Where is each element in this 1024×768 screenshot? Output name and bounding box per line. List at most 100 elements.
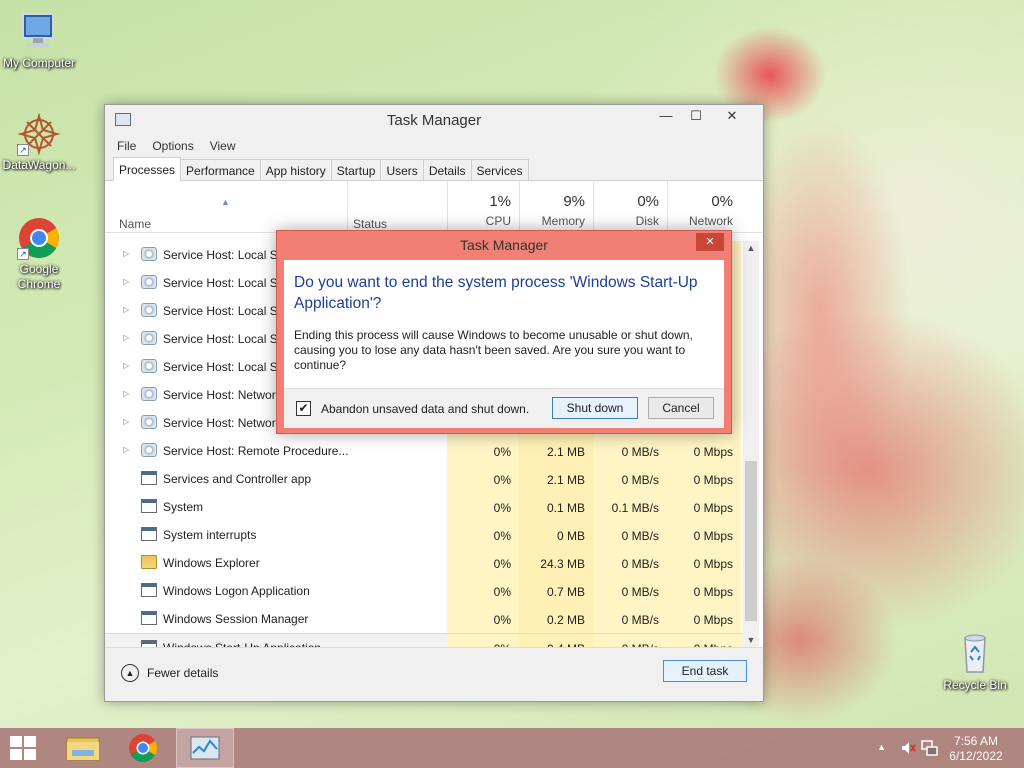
expand-arrow-icon[interactable]: ▷ (123, 333, 129, 342)
clock[interactable]: 7:56 AM 6/12/2022 (946, 734, 1006, 764)
process-name: Service Host: Local Se (163, 276, 285, 290)
abandon-data-checkbox[interactable]: ✔ (296, 401, 311, 416)
start-button[interactable] (0, 728, 58, 768)
expand-arrow-icon[interactable]: ▷ (123, 249, 129, 258)
taskbar-chrome[interactable] (114, 728, 172, 768)
expand-arrow-icon[interactable]: ▷ (123, 277, 129, 286)
expand-arrow-icon[interactable]: ▷ (123, 305, 129, 314)
shortcut-arrow-icon: ↗ (17, 248, 29, 260)
process-name: Services and Controller app (163, 472, 312, 486)
desktop-icon-google-chrome[interactable]: ↗ Google Chrome (0, 216, 79, 292)
tab-services[interactable]: Services (470, 159, 529, 180)
close-window-button[interactable]: ✕ (717, 105, 747, 127)
menu-bar: File Options View (105, 135, 763, 157)
tab-startup[interactable]: Startup (330, 159, 382, 180)
column-cpu[interactable]: 1% CPU (447, 181, 519, 233)
tab-app-history[interactable]: App history (259, 159, 332, 180)
memory-value: 0.7 MB (519, 577, 593, 605)
scroll-thumb[interactable] (745, 461, 757, 621)
service-gear-icon (141, 387, 157, 401)
table-row[interactable]: Windows Session Manager 0% 0.2 MB 0 MB/s 0 M… (105, 605, 745, 633)
memory-value: 0.1 MB (519, 493, 593, 521)
window-footer: ▲ Fewer details End task (105, 647, 763, 701)
table-row[interactable]: System interrupts 0% 0 MB 0 MB/s 0 Mbps (105, 521, 745, 549)
cancel-button[interactable]: Cancel (648, 397, 714, 419)
end-task-button[interactable]: End task (663, 660, 747, 682)
tab-processes[interactable]: Processes (113, 157, 182, 181)
desktop-icon-recycle-bin[interactable]: Recycle Bin (935, 632, 1015, 693)
table-row[interactable]: Windows Explorer 0% 24.3 MB 0 MB/s 0 Mbps (105, 549, 745, 577)
speaker-muted-icon[interactable] (900, 740, 916, 756)
menu-options[interactable]: Options (152, 139, 193, 153)
network-total: 0% (711, 193, 733, 210)
shortcut-arrow-icon: ↗ (17, 144, 29, 156)
taskbar-file-explorer[interactable] (54, 728, 112, 768)
disk-value: 0 MB/s (593, 634, 667, 647)
desktop-icon-label: My Computer (2, 56, 76, 70)
dialog-heading: Do you want to end the system process 'W… (294, 274, 698, 312)
service-gear-icon (141, 415, 157, 429)
desktop-icon-datawagon[interactable]: ↗ DataWagon... (0, 112, 79, 173)
scroll-down-arrow-icon[interactable]: ▼ (743, 635, 759, 645)
chrome-icon (129, 734, 157, 762)
memory-value: 2.1 MB (519, 437, 593, 465)
desktop-icon-my-computer[interactable]: My Computer (0, 10, 79, 71)
process-name: System interrupts (163, 528, 257, 542)
abandon-data-label[interactable]: Abandon unsaved data and shut down. (321, 402, 529, 416)
table-row[interactable]: Services and Controller app 0% 2.1 MB 0 MB/… (105, 465, 745, 493)
tab-details[interactable]: Details (422, 159, 472, 180)
table-row[interactable]: ▷ Service Host: Remote Procedure... 0% 2.1 … (105, 437, 745, 465)
expand-arrow-icon[interactable]: ▷ (123, 417, 129, 426)
tray-overflow-icon[interactable]: ▲ (877, 742, 886, 752)
window-icon (141, 583, 157, 597)
network-value: 0 Mbps (667, 437, 741, 465)
memory-value: 2.1 MB (519, 465, 593, 493)
expand-arrow-icon[interactable]: ▷ (123, 389, 129, 398)
memory-total: 9% (563, 193, 585, 210)
process-name: Service Host: Remote Procedure... (163, 444, 349, 458)
menu-file[interactable]: File (117, 139, 136, 153)
process-name: Windows Logon Application (163, 584, 310, 598)
process-name: Service Host: Local Se (163, 304, 285, 318)
memory-value: 0.2 MB (519, 605, 593, 633)
scroll-up-arrow-icon[interactable]: ▲ (743, 243, 759, 253)
table-row[interactable]: Windows Logon Application 0% 0.7 MB 0 MB/s 0… (105, 577, 745, 605)
service-gear-icon (141, 359, 157, 373)
minimize-button[interactable]: — (651, 105, 681, 127)
cpu-value: 0% (447, 493, 519, 521)
tab-users[interactable]: Users (380, 159, 424, 180)
column-name[interactable]: Name (119, 217, 151, 231)
chrome-icon: ↗ (17, 216, 61, 260)
dialog-close-button[interactable]: ✕ (696, 233, 724, 251)
datawagon-icon: ↗ (17, 112, 61, 156)
network-value: 0 Mbps (667, 521, 741, 549)
table-row[interactable]: Windows Start-Up Application0%0.4 MB0 MB… (105, 633, 745, 647)
process-name: Service Host: Local Sy (163, 332, 284, 346)
column-status[interactable]: Status (353, 217, 387, 231)
shut-down-button[interactable]: Shut down (552, 397, 638, 419)
network-value: 0 Mbps (667, 465, 741, 493)
title-bar[interactable]: Task Manager — ☐ ✕ (105, 105, 763, 135)
disk-value: 0.1 MB/s (593, 493, 667, 521)
expand-arrow-icon[interactable]: ▷ (123, 445, 129, 454)
service-gear-icon (141, 303, 157, 317)
column-header-row: ▲ Name Status 1% CPU 9% Memory 0% Disk 0… (105, 181, 763, 233)
table-row[interactable]: System 0% 0.1 MB 0.1 MB/s 0 Mbps (105, 493, 745, 521)
column-network[interactable]: 0% Network (667, 181, 741, 233)
cpu-value: 0% (447, 465, 519, 493)
taskbar-task-manager[interactable] (176, 728, 234, 768)
network-icon[interactable] (920, 739, 938, 757)
maximize-button[interactable]: ☐ (681, 105, 711, 127)
process-name: Windows Explorer (163, 556, 260, 570)
dialog-message: Ending this process will cause Windows t… (294, 328, 693, 372)
disk-value: 0 MB/s (593, 549, 667, 577)
dialog-footer: ✔ Abandon unsaved data and shut down. Sh… (284, 388, 724, 428)
menu-view[interactable]: View (210, 139, 236, 153)
process-name: Windows Session Manager (163, 612, 309, 626)
fewer-details-button[interactable]: ▲ Fewer details (121, 664, 218, 682)
tab-performance[interactable]: Performance (180, 159, 261, 180)
vertical-scrollbar[interactable]: ▲ ▼ (743, 241, 759, 647)
column-disk[interactable]: 0% Disk (593, 181, 667, 233)
column-memory[interactable]: 9% Memory (519, 181, 593, 233)
expand-arrow-icon[interactable]: ▷ (123, 361, 129, 370)
